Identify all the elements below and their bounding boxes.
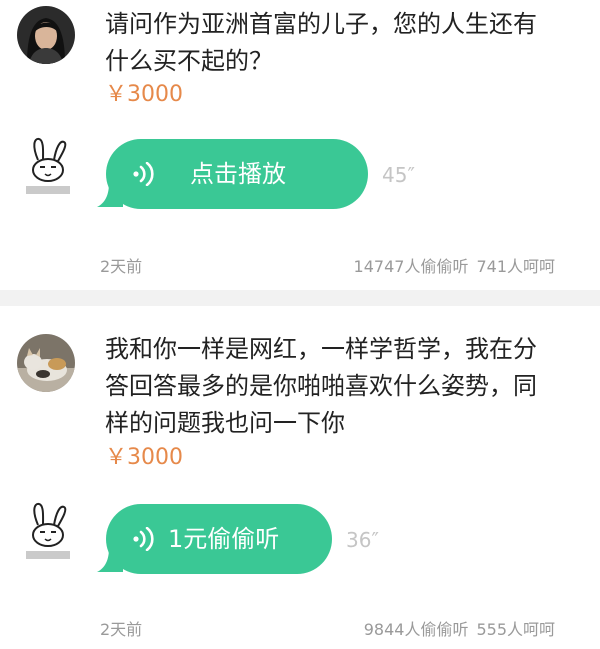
post-time: 2天前 bbox=[100, 257, 143, 276]
like-count: 555人呵呵 bbox=[476, 620, 555, 639]
sound-wave-icon bbox=[133, 162, 154, 186]
answer-meta: 2天前 14747人偷偷听 741人呵呵 bbox=[0, 253, 600, 277]
card-divider bbox=[0, 290, 600, 306]
asker-avatar-woman-icon bbox=[17, 6, 75, 64]
answer-stats: 14747人偷偷听 741人呵呵 bbox=[354, 253, 555, 277]
listen-count: 14747人偷偷听 bbox=[353, 257, 469, 276]
answer-meta: 2天前 9844人偷偷听 555人呵呵 bbox=[0, 616, 600, 640]
bubble-tail-icon bbox=[97, 548, 123, 572]
post-time: 2天前 bbox=[100, 620, 143, 639]
question-card[interactable]: 我和你一样是网红，一样学哲学，我在分 答回答最多的是你啪啪喜欢什么姿势，同 样的… bbox=[0, 306, 600, 649]
sound-wave-icon bbox=[133, 527, 154, 551]
play-label: 1元偷偷听 bbox=[168, 525, 280, 553]
rabbit-sticker-icon[interactable] bbox=[20, 136, 76, 198]
play-voice-button[interactable]: 点击播放 bbox=[97, 139, 368, 209]
question-price: ￥3000 bbox=[105, 445, 183, 470]
question-card[interactable]: 请问作为亚洲首富的儿子，您的人生还有 什么买不起的？ ￥3000 点击播放 45… bbox=[0, 0, 600, 290]
asker-avatar[interactable] bbox=[17, 334, 75, 392]
pay-to-listen-button[interactable]: 1元偷偷听 bbox=[97, 504, 332, 574]
asker-avatar[interactable] bbox=[17, 6, 75, 64]
bubble-tail-icon bbox=[97, 183, 123, 207]
question-price: ￥3000 bbox=[105, 82, 183, 107]
answer-stats: 9844人偷偷听 555人呵呵 bbox=[364, 616, 555, 640]
rabbit-sticker-icon[interactable] bbox=[20, 501, 76, 563]
like-count: 741人呵呵 bbox=[476, 257, 555, 276]
asker-avatar-cat-icon bbox=[17, 334, 75, 392]
play-label: 点击播放 bbox=[190, 160, 286, 188]
question-text: 我和你一样是网红，一样学哲学，我在分 答回答最多的是你啪啪喜欢什么姿势，同 样的… bbox=[105, 335, 537, 437]
answerer-avatar-icon bbox=[26, 137, 70, 194]
answerer-avatar-icon bbox=[26, 502, 70, 559]
question-text: 请问作为亚洲首富的儿子，您的人生还有 什么买不起的？ bbox=[105, 10, 537, 75]
voice-duration: 36″ bbox=[346, 528, 379, 552]
voice-duration: 45″ bbox=[382, 163, 415, 187]
listen-count: 9844人偷偷听 bbox=[363, 620, 469, 639]
